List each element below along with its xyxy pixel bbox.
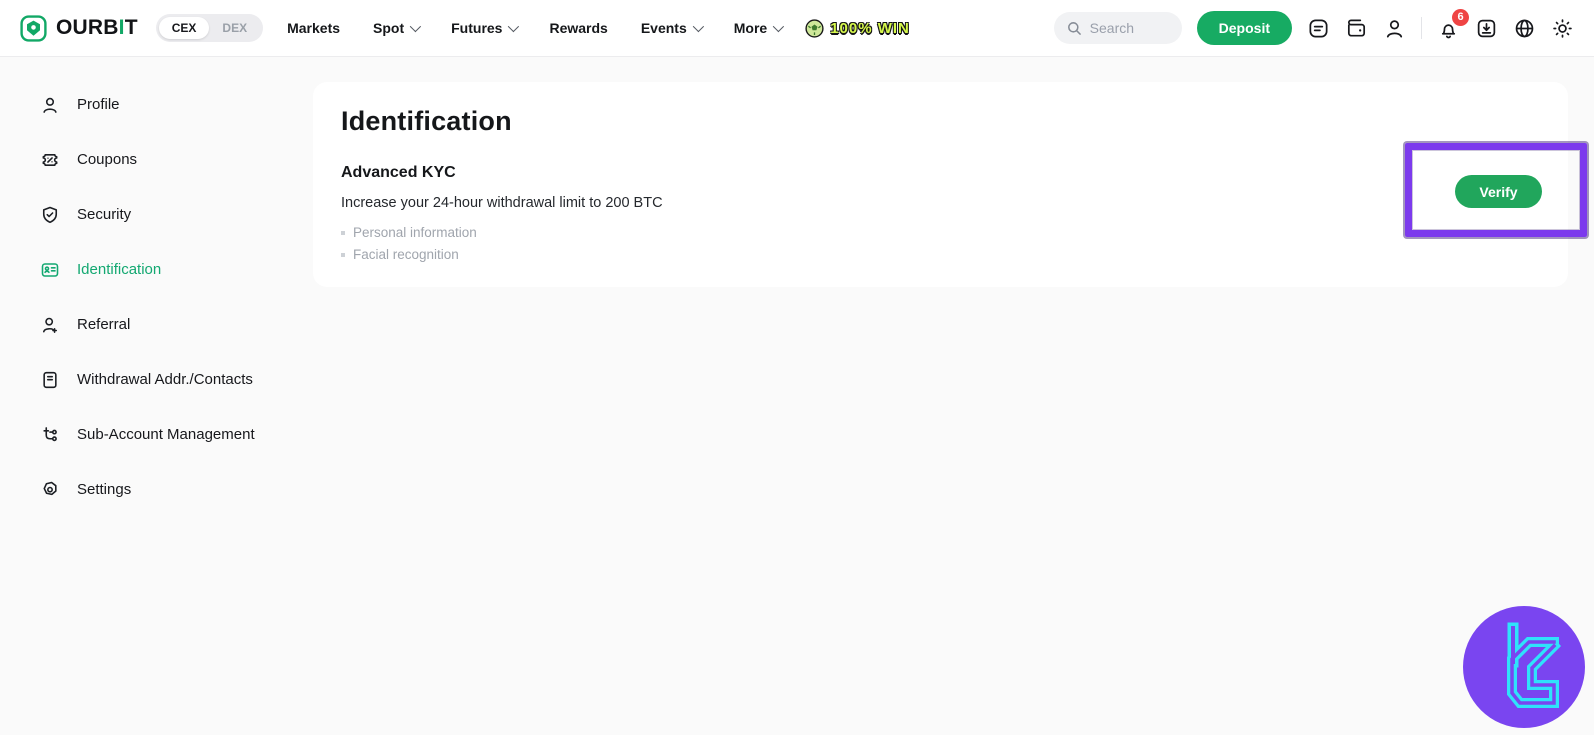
sidebar-item-referral[interactable]: Referral (0, 297, 295, 352)
id-card-icon (40, 260, 60, 280)
notifications-bell-icon[interactable]: 6 (1437, 17, 1460, 40)
promo-100-win-banner[interactable]: 100% WIN (805, 19, 910, 38)
sidebar-item-label: Security (77, 206, 131, 223)
search-box[interactable] (1054, 12, 1182, 44)
support-widget-logo[interactable] (1462, 605, 1586, 729)
topbar-actions: Deposit 6 (1054, 11, 1574, 45)
search-input[interactable] (1090, 20, 1170, 36)
nav-events[interactable]: Events (641, 20, 701, 36)
kyc-description: Increase your 24-hour withdrawal limit t… (341, 195, 1540, 211)
chevron-down-icon (508, 21, 519, 32)
user-icon (40, 95, 60, 115)
theme-sun-icon[interactable] (1551, 17, 1574, 40)
toggle-cex[interactable]: CEX (159, 17, 210, 39)
account-sidebar: Profile Coupons Security (0, 57, 295, 517)
promo-label: 100% WIN (830, 20, 910, 37)
settings-icon (40, 480, 60, 500)
sidebar-item-label: Identification (77, 261, 161, 278)
nav-more[interactable]: More (734, 20, 781, 36)
toggle-dex[interactable]: DEX (209, 17, 260, 39)
nav-futures[interactable]: Futures (451, 20, 516, 36)
page-title: Identification (341, 106, 1540, 137)
ourbit-wordmark: OURBIT (56, 16, 138, 40)
user-icon[interactable] (1383, 17, 1406, 40)
search-icon (1066, 20, 1083, 37)
kyc-requirement-item: Personal information (341, 222, 1540, 244)
sidebar-item-label: Settings (77, 481, 131, 498)
main-nav: Markets Spot Futures Rewards Events More (287, 20, 781, 36)
ticket-icon (40, 150, 60, 170)
nav-markets[interactable]: Markets (287, 20, 340, 36)
win-ball-icon (805, 19, 824, 38)
kyc-requirements-list: Personal information Facial recognition (341, 222, 1540, 266)
deposit-button[interactable]: Deposit (1197, 11, 1292, 45)
download-icon[interactable] (1475, 17, 1498, 40)
globe-language-icon[interactable] (1513, 17, 1536, 40)
bullet-icon (341, 231, 345, 235)
kyc-requirement-item: Facial recognition (341, 244, 1540, 266)
sidebar-item-label: Coupons (77, 151, 137, 168)
sidebar-item-settings[interactable]: Settings (0, 462, 295, 517)
bullet-icon (341, 253, 345, 257)
cex-dex-toggle: CEX DEX (156, 14, 263, 42)
sidebar-item-withdrawal-contacts[interactable]: Withdrawal Addr./Contacts (0, 352, 295, 407)
sidebar-item-profile[interactable]: Profile (0, 77, 295, 132)
sidebar-item-label: Sub-Account Management (77, 426, 255, 443)
sidebar-item-identification[interactable]: Identification (0, 242, 295, 297)
verify-button[interactable]: Verify (1455, 175, 1542, 208)
nav-spot[interactable]: Spot (373, 20, 418, 36)
subaccount-branch-icon (40, 425, 60, 445)
sidebar-item-label: Withdrawal Addr./Contacts (77, 371, 253, 388)
shield-check-icon (40, 205, 60, 225)
chevron-down-icon (410, 21, 421, 32)
advanced-kyc-title: Advanced KYC (341, 164, 1540, 182)
chat-icon[interactable] (1307, 17, 1330, 40)
ourbit-logo-icon (20, 15, 47, 42)
sidebar-item-coupons[interactable]: Coupons (0, 132, 295, 187)
chevron-down-icon (773, 21, 784, 32)
chevron-down-icon (693, 21, 704, 32)
divider (1421, 17, 1422, 39)
sidebar-item-sub-account[interactable]: Sub-Account Management (0, 407, 295, 462)
notification-count-badge: 6 (1452, 9, 1469, 26)
sidebar-item-security[interactable]: Security (0, 187, 295, 242)
sidebar-item-label: Profile (77, 96, 120, 113)
identification-card: Identification Advanced KYC Increase you… (313, 82, 1568, 287)
nav-rewards[interactable]: Rewards (549, 20, 607, 36)
address-book-icon (40, 370, 60, 390)
sidebar-item-label: Referral (77, 316, 130, 333)
top-navigation-bar: OURBIT CEX DEX Markets Spot Futures Rewa… (0, 0, 1594, 57)
user-plus-icon (40, 315, 60, 335)
wallet-icon[interactable] (1345, 17, 1368, 40)
ourbit-logo[interactable]: OURBIT (20, 15, 138, 42)
